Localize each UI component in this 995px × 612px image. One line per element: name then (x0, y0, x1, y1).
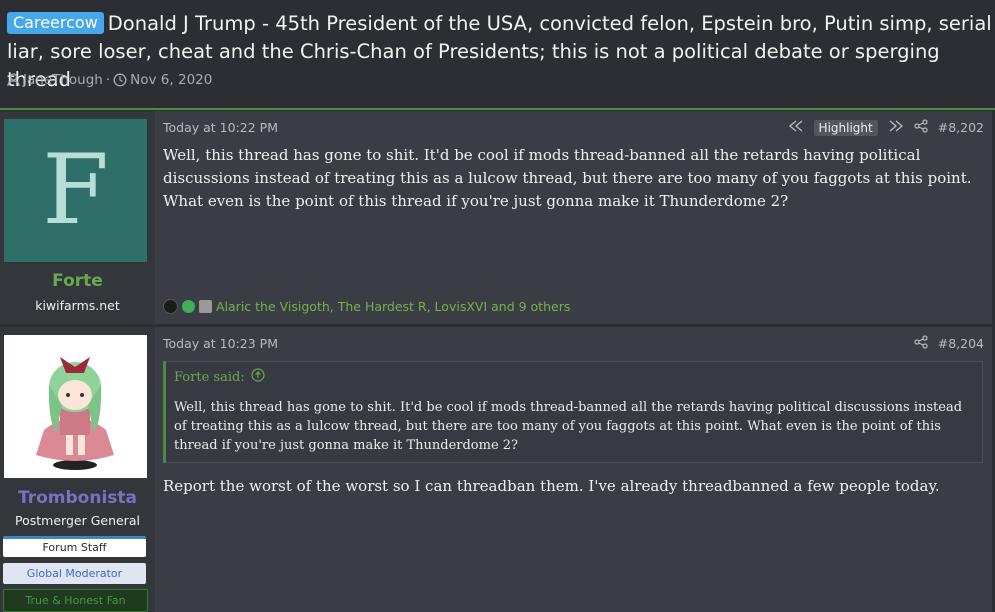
badge-forum-staff: Forum Staff (3, 536, 146, 557)
meta-separator: · (105, 72, 111, 88)
avatar-character-image (36, 357, 114, 470)
badge-true-honest-fan: True & Honest Fan (3, 589, 148, 612)
post-user-panel: F Forte kiwifarms.net (0, 111, 155, 324)
post-timestamp[interactable]: Today at 10:23 PM (163, 336, 278, 351)
thread-author-link[interactable]: JaneThough (23, 72, 103, 88)
post-user-panel: Trombonista Postmerger General Forum Sta… (0, 327, 155, 612)
thread-prefix-badge[interactable]: Careercow (7, 12, 104, 34)
avatar[interactable] (4, 335, 147, 478)
thread-meta: JaneThough · Nov 6, 2020 (7, 72, 212, 88)
post-body: Well, this thread has gone to shit. It'd… (163, 146, 972, 210)
quote-body: Well, this thread has gone to shit. It'd… (174, 400, 963, 453)
post-timestamp[interactable]: Today at 10:22 PM (163, 120, 278, 135)
user-title: Postmerger General (15, 513, 140, 528)
post-actions: Highlight #8,202 (788, 119, 984, 136)
quote-author-link[interactable]: Forte said: (174, 370, 245, 385)
user-icon (7, 73, 20, 87)
rewind-icon[interactable] (788, 120, 804, 135)
post-body: Report the worst of the worst so I can t… (163, 477, 940, 495)
quote-header: Forte said: (174, 368, 265, 386)
post-8202: F Forte kiwifarms.net Today at 10:22 PM … (0, 111, 992, 324)
user-title: kiwifarms.net (35, 298, 120, 313)
badge-global-moderator: Global Moderator (3, 563, 146, 584)
username-link[interactable]: Trombonista (0, 488, 155, 508)
post-content: Today at 10:22 PM Highlight #8,202 Well,… (155, 111, 992, 324)
share-icon[interactable] (914, 119, 928, 136)
reactions-bar[interactable]: Alaric the Visigoth, The Hardest R, Lovi… (163, 299, 570, 314)
post-content: Today at 10:23 PM #8,204 Forte said: Wel… (155, 327, 992, 612)
hat-reaction-icon (163, 299, 178, 314)
header-divider (0, 108, 995, 110)
share-icon[interactable] (914, 335, 928, 352)
clock-icon (113, 73, 127, 87)
fast-forward-icon[interactable] (888, 120, 904, 135)
check-reaction-icon (182, 300, 195, 313)
reactions-list-link[interactable]: Alaric the Visigoth, The Hardest R, Lovi… (216, 299, 570, 314)
thread-date-link[interactable]: Nov 6, 2020 (130, 72, 212, 88)
post-actions: #8,204 (914, 335, 984, 352)
thread-header: Careercow Donald J Trump - 45th President… (0, 0, 995, 108)
image-reaction-icon (199, 300, 212, 313)
arrow-up-circle-icon[interactable] (251, 368, 265, 386)
avatar[interactable]: F (4, 119, 147, 262)
post-8204: Trombonista Postmerger General Forum Sta… (0, 327, 992, 612)
post-number-link[interactable]: #8,204 (938, 336, 984, 351)
post-number-link[interactable]: #8,202 (938, 120, 984, 135)
quote-block: Forte said: Well, this thread has gone t… (163, 361, 983, 463)
username-link[interactable]: Forte (0, 271, 155, 291)
highlight-button[interactable]: Highlight (813, 119, 878, 136)
